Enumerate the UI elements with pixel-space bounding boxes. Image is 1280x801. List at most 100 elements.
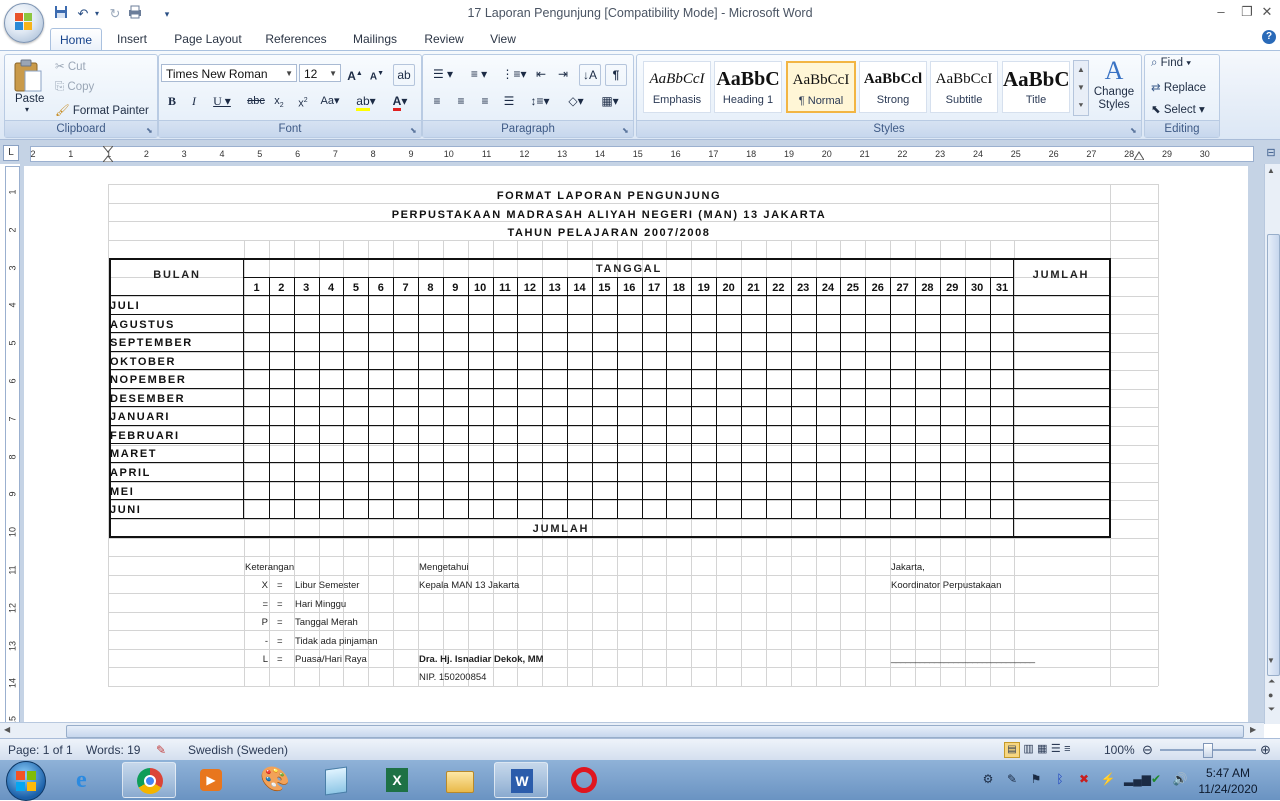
indent-marker-icon[interactable] bbox=[101, 145, 115, 163]
align-center-icon[interactable]: ≡ bbox=[451, 91, 471, 111]
superscript-icon[interactable]: x2 bbox=[293, 91, 313, 111]
font-name-combo[interactable]: Times New Roman ▼ bbox=[161, 64, 297, 82]
zoom-in-icon[interactable]: ⊕ bbox=[1260, 742, 1271, 758]
system-clock[interactable]: 5:47 AM 11/24/2020 bbox=[1190, 765, 1266, 797]
select-button[interactable]: ⬉ Select ▾ bbox=[1151, 102, 1205, 116]
replace-button[interactable]: ⇄ Replace bbox=[1151, 80, 1206, 94]
minimize-button[interactable]: – bbox=[1208, 3, 1234, 21]
tab-page-layout[interactable]: Page Layout bbox=[168, 28, 248, 50]
tab-insert[interactable]: Insert bbox=[110, 28, 154, 50]
print-layout-view-icon[interactable]: ▤ bbox=[1004, 742, 1020, 758]
word-icon[interactable]: W bbox=[494, 762, 548, 798]
underline-icon[interactable]: U ▾ bbox=[209, 91, 235, 111]
previous-page-icon[interactable]: ⏶ bbox=[1268, 676, 1275, 687]
notepad-icon[interactable] bbox=[308, 762, 362, 798]
multilevel-list-icon[interactable]: ⋮≡▾ bbox=[499, 64, 529, 84]
close-button[interactable]: ✕ bbox=[1254, 3, 1280, 21]
signal-icon[interactable]: ▂▄▆ bbox=[1124, 771, 1151, 787]
excel-icon[interactable]: X bbox=[370, 762, 424, 798]
format-painter-button[interactable]: 🖌 Format Painter bbox=[55, 103, 149, 117]
scroll-up-icon[interactable]: ▲ bbox=[1074, 61, 1088, 79]
more-styles-icon[interactable]: ⯆ bbox=[1074, 97, 1088, 115]
style-normal[interactable]: AaBbCcI ¶ Normal bbox=[786, 61, 856, 113]
strikethrough-icon[interactable]: abc bbox=[245, 91, 267, 111]
grow-font-icon[interactable]: A▲ bbox=[345, 64, 365, 84]
styles-scroll[interactable]: ▲ ▼ ⯆ bbox=[1073, 60, 1089, 116]
vertical-scrollbar[interactable]: ▲ ▼ ⏶ ● ⏷ bbox=[1264, 164, 1280, 724]
zoom-level[interactable]: 100% bbox=[1104, 743, 1135, 757]
usb-icon[interactable]: ⚡ bbox=[1100, 771, 1116, 787]
file-explorer-icon[interactable] bbox=[432, 762, 486, 798]
style-heading-1[interactable]: AaBbC Heading 1 bbox=[714, 61, 782, 113]
clipboard-dialog-launcher-icon[interactable]: ⬊ bbox=[146, 126, 155, 135]
line-spacing-icon[interactable]: ↕≡▾ bbox=[525, 91, 555, 111]
volume-icon[interactable]: 🔊 bbox=[1172, 771, 1188, 787]
cut-button[interactable]: ✂ Cut bbox=[55, 59, 86, 73]
vertical-scroll-thumb[interactable] bbox=[1267, 234, 1280, 676]
style-strong[interactable]: AaBbCcl Strong bbox=[859, 61, 927, 113]
help-icon[interactable]: ? bbox=[1262, 30, 1276, 44]
style-subtitle[interactable]: AaBbCcI Subtitle bbox=[930, 61, 998, 113]
scroll-down-icon[interactable]: ▼ bbox=[1074, 79, 1088, 97]
action-center-flag-icon[interactable]: ⚑ bbox=[1028, 771, 1044, 787]
start-button[interactable] bbox=[6, 761, 46, 801]
copy-button[interactable]: ⎘ Copy bbox=[55, 81, 94, 94]
opera-icon[interactable] bbox=[556, 762, 610, 798]
horizontal-scroll-thumb[interactable] bbox=[66, 725, 1244, 738]
find-button[interactable]: ⌕ Find ▾ bbox=[1151, 57, 1191, 70]
draft-view-icon[interactable]: ≡ bbox=[1064, 743, 1070, 755]
internet-explorer-icon[interactable]: e bbox=[62, 762, 116, 798]
paragraph-dialog-launcher-icon[interactable]: ⬊ bbox=[622, 126, 631, 135]
view-ruler-icon[interactable]: ⊟ bbox=[1264, 146, 1278, 162]
scroll-right-icon[interactable]: ▶ bbox=[1250, 725, 1256, 734]
align-left-icon[interactable]: ≡ bbox=[427, 91, 447, 111]
zoom-out-icon[interactable]: ⊖ bbox=[1142, 742, 1153, 758]
office-button[interactable] bbox=[4, 3, 44, 43]
paste-button[interactable]: Paste bbox=[15, 93, 44, 105]
subscript-icon[interactable]: x2 bbox=[269, 91, 289, 111]
select-browse-object-icon[interactable]: ● bbox=[1268, 690, 1273, 700]
show-formatting-marks-icon[interactable]: ¶ bbox=[605, 64, 627, 86]
network-error-icon[interactable]: ✖ bbox=[1076, 771, 1092, 787]
vertical-ruler[interactable]: 12345678910111213141516 bbox=[5, 166, 20, 764]
highlight-color-icon[interactable]: ab▾ bbox=[351, 91, 381, 111]
tab-view[interactable]: View bbox=[482, 28, 524, 50]
horizontal-scrollbar[interactable]: ◀ ▶ bbox=[0, 722, 1264, 739]
font-dialog-launcher-icon[interactable]: ⬊ bbox=[410, 126, 419, 135]
change-case-icon[interactable]: Aa▾ bbox=[317, 91, 343, 111]
style-emphasis[interactable]: AaBbCcI Emphasis bbox=[643, 61, 711, 113]
word-count[interactable]: Words: 19 bbox=[86, 743, 140, 757]
media-player-icon[interactable]: ▶ bbox=[184, 762, 238, 798]
scroll-down-icon[interactable]: ▼ bbox=[1267, 656, 1275, 665]
zoom-slider-thumb[interactable] bbox=[1203, 743, 1213, 758]
chrome-icon[interactable] bbox=[122, 762, 176, 798]
change-styles-button[interactable]: A Change Styles bbox=[1092, 56, 1136, 118]
style-title[interactable]: AaBbC Title bbox=[1002, 61, 1070, 113]
shading-icon[interactable]: ◇▾ bbox=[561, 91, 591, 111]
font-size-combo[interactable]: 12 ▼ bbox=[299, 64, 341, 82]
paste-icon[interactable] bbox=[13, 59, 47, 93]
italic-icon[interactable]: I bbox=[185, 91, 203, 111]
bold-icon[interactable]: B bbox=[163, 91, 181, 111]
paint-icon[interactable]: 🎨 bbox=[246, 762, 300, 798]
right-indent-marker-icon[interactable] bbox=[1133, 148, 1145, 161]
tab-review[interactable]: Review bbox=[418, 28, 470, 50]
next-page-icon[interactable]: ⏷ bbox=[1268, 704, 1275, 715]
clear-formatting-icon[interactable]: ab bbox=[393, 64, 415, 86]
justify-icon[interactable]: ☰ bbox=[499, 91, 519, 111]
styles-dialog-launcher-icon[interactable]: ⬊ bbox=[1130, 126, 1139, 135]
tab-home[interactable]: Home bbox=[50, 28, 102, 51]
scroll-up-icon[interactable]: ▲ bbox=[1267, 166, 1275, 175]
outline-view-icon[interactable]: ☰ bbox=[1051, 743, 1061, 755]
tab-mailings[interactable]: Mailings bbox=[344, 28, 406, 50]
increase-indent-icon[interactable]: ⇥ bbox=[553, 64, 573, 84]
page-indicator[interactable]: Page: 1 of 1 bbox=[8, 743, 73, 757]
shrink-font-icon[interactable]: A▼ bbox=[367, 64, 387, 84]
font-color-icon[interactable]: A▾ bbox=[385, 91, 415, 111]
full-screen-reading-icon[interactable]: ▥ bbox=[1023, 743, 1033, 755]
borders-icon[interactable]: ▦▾ bbox=[595, 91, 625, 111]
scroll-left-icon[interactable]: ◀ bbox=[4, 725, 10, 734]
align-right-icon[interactable]: ≡ bbox=[475, 91, 495, 111]
bluetooth-icon[interactable]: ᛒ bbox=[1052, 771, 1068, 787]
numbering-icon[interactable]: ≡ ▾ bbox=[463, 64, 495, 84]
